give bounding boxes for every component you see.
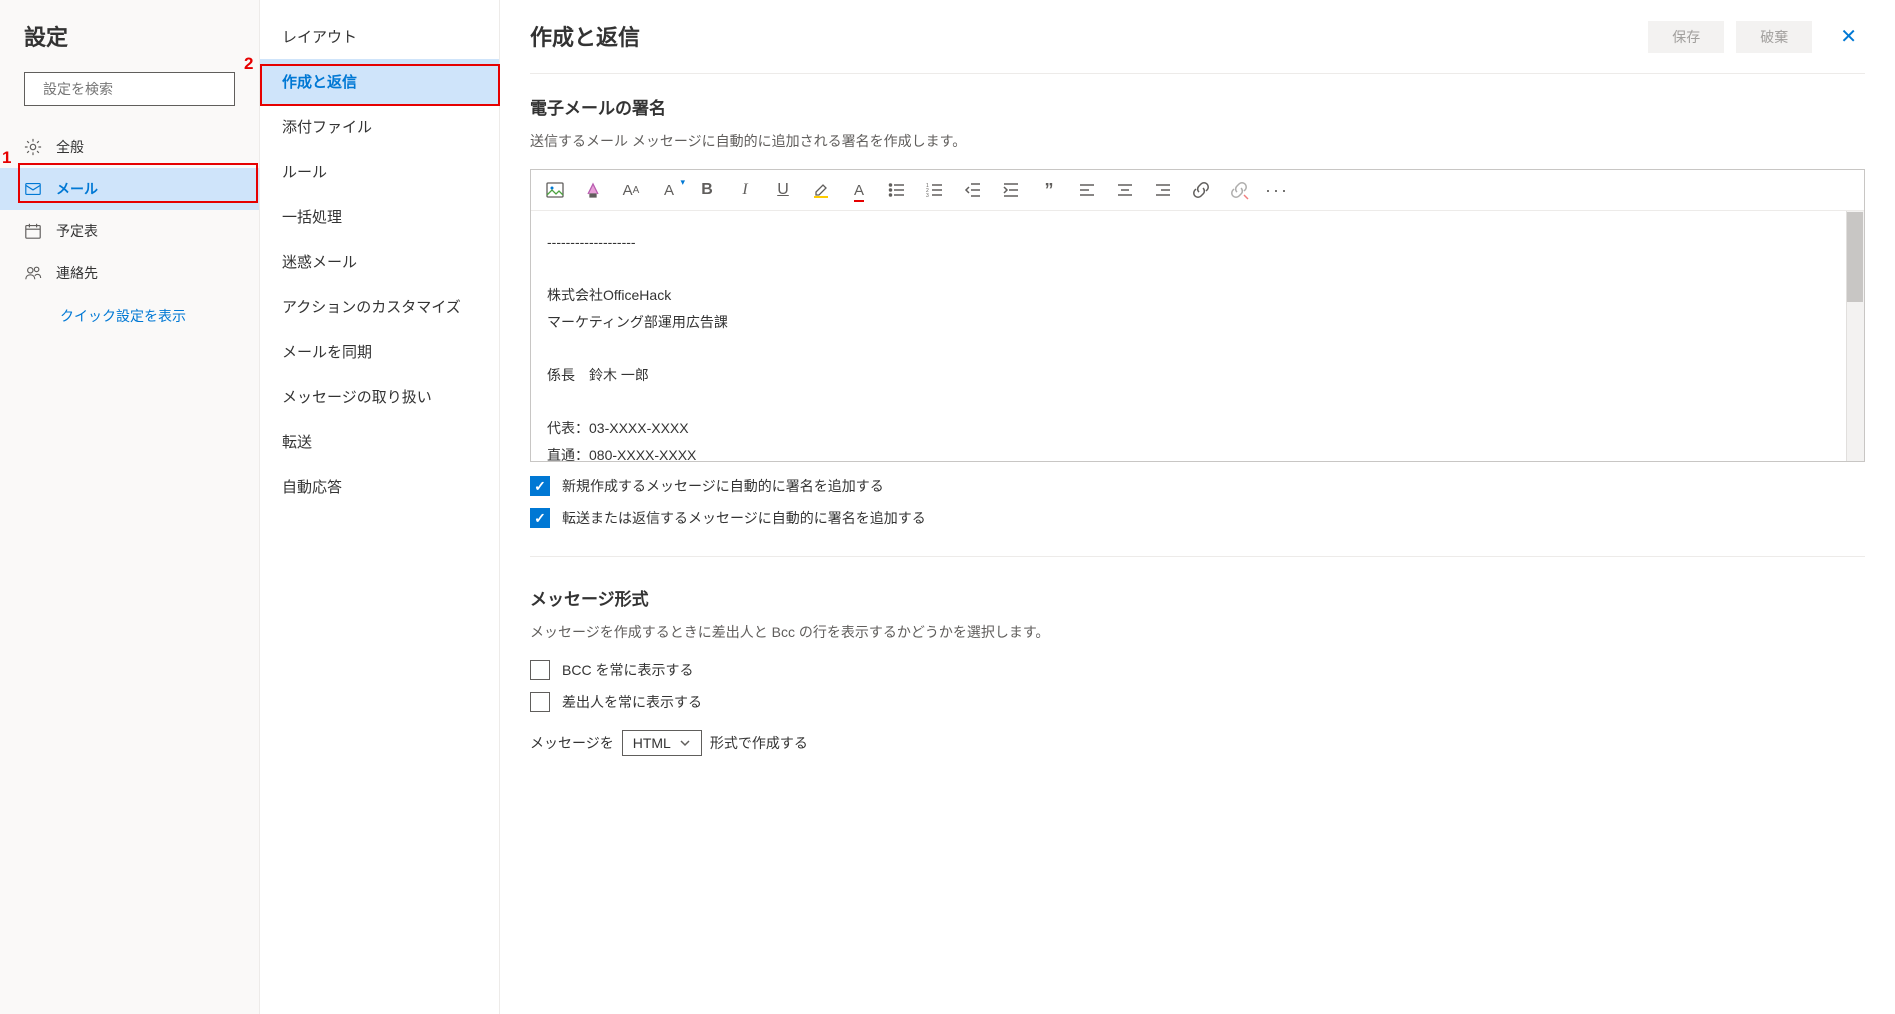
font-family-icon[interactable]: AA	[621, 180, 641, 200]
editor-toolbar: AA A▾ B I U A 123 ” ···	[531, 170, 1864, 211]
nav-contacts-label: 連絡先	[56, 263, 98, 283]
subnav-auto-reply[interactable]: 自動応答	[260, 464, 499, 509]
subnav-layout[interactable]: レイアウト	[260, 14, 499, 59]
nav-mail-label: メール	[56, 179, 98, 199]
signature-section-title: 電子メールの署名	[530, 94, 1865, 119]
nav-calendar-label: 予定表	[56, 221, 98, 241]
link-icon[interactable]	[1191, 180, 1211, 200]
underline-icon[interactable]: U	[773, 180, 793, 200]
nav-general[interactable]: 全般	[0, 126, 259, 168]
highlight-icon[interactable]	[811, 180, 831, 200]
settings-search-input[interactable]	[43, 81, 224, 97]
checkbox-show-bcc-label: BCC を常に表示する	[562, 660, 693, 680]
bold-icon[interactable]: B	[697, 180, 717, 200]
subnav-rules[interactable]: ルール	[260, 149, 499, 194]
more-icon[interactable]: ···	[1267, 180, 1287, 200]
settings-search[interactable]	[24, 72, 235, 106]
checkbox-show-from-label: 差出人を常に表示する	[562, 692, 702, 712]
format-section-title: メッセージ形式	[530, 585, 1865, 610]
svg-text:3: 3	[926, 193, 929, 199]
number-list-icon[interactable]: 123	[925, 180, 945, 200]
subnav-sweep[interactable]: 一括処理	[260, 194, 499, 239]
checkbox-show-bcc[interactable]	[530, 660, 550, 680]
message-format-value: HTML	[633, 735, 671, 751]
editor-scrollbar[interactable]	[1846, 211, 1864, 461]
align-left-icon[interactable]	[1077, 180, 1097, 200]
format-suffix: 形式で作成する	[710, 733, 808, 753]
quote-icon[interactable]: ”	[1039, 180, 1059, 200]
calendar-icon	[24, 222, 42, 240]
subnav-message-handling[interactable]: メッセージの取り扱い	[260, 374, 499, 419]
chevron-down-icon	[679, 737, 691, 749]
gear-icon	[24, 138, 42, 156]
discard-button[interactable]: 破棄	[1736, 21, 1812, 53]
nav-general-label: 全般	[56, 137, 84, 157]
settings-title: 設定	[24, 20, 259, 52]
annotation-2: 2	[244, 54, 253, 74]
signature-section-desc: 送信するメール メッセージに自動的に追加される署名を作成します。	[530, 131, 1865, 151]
font-size-icon[interactable]: A▾	[659, 180, 679, 200]
align-center-icon[interactable]	[1115, 180, 1135, 200]
font-color-icon[interactable]: A	[849, 180, 869, 200]
people-icon	[24, 264, 42, 282]
close-icon[interactable]: ✕	[1832, 20, 1865, 53]
format-painter-icon[interactable]	[583, 180, 603, 200]
subnav-forwarding[interactable]: 転送	[260, 419, 499, 464]
subnav-compose-reply[interactable]: 作成と返信	[260, 59, 499, 104]
settings-sidebar: 設定 全般 メール 予定表 連絡先 クイック設定を表示	[0, 0, 260, 1014]
subnav-sync-mail[interactable]: メールを同期	[260, 329, 499, 374]
checkbox-show-from[interactable]	[530, 692, 550, 712]
annotation-1: 1	[2, 148, 11, 168]
settings-subnav: レイアウト 作成と返信 添付ファイル ルール 一括処理 迷惑メール アクションの…	[260, 0, 500, 1014]
checkbox-auto-sign-new-label: 新規作成するメッセージに自動的に署名を追加する	[562, 476, 884, 496]
insert-image-icon[interactable]	[545, 180, 565, 200]
message-format-select[interactable]: HTML	[622, 730, 702, 756]
nav-calendar[interactable]: 予定表	[0, 210, 259, 252]
mail-icon	[24, 180, 42, 198]
checkbox-auto-sign-new[interactable]	[530, 476, 550, 496]
main-panel: 作成と返信 保存 破棄 ✕ 電子メールの署名 送信するメール メッセージに自動的…	[500, 0, 1895, 1014]
signature-textarea[interactable]: ------------------- 株式会社OfficeHackマーケティン…	[531, 211, 1864, 461]
quick-settings-link[interactable]: クイック設定を表示	[60, 306, 259, 326]
italic-icon[interactable]: I	[735, 180, 755, 200]
format-prefix: メッセージを	[530, 733, 614, 753]
nav-mail[interactable]: メール	[0, 168, 259, 210]
section-divider	[530, 556, 1865, 557]
editor-scrollbar-thumb[interactable]	[1847, 212, 1863, 302]
subnav-junk[interactable]: 迷惑メール	[260, 239, 499, 284]
page-title: 作成と返信	[530, 20, 640, 52]
indent-icon[interactable]	[1001, 180, 1021, 200]
unlink-icon[interactable]	[1229, 180, 1249, 200]
save-button[interactable]: 保存	[1648, 21, 1724, 53]
checkbox-auto-sign-reply-label: 転送または返信するメッセージに自動的に署名を追加する	[562, 508, 926, 528]
subnav-attachments[interactable]: 添付ファイル	[260, 104, 499, 149]
align-right-icon[interactable]	[1153, 180, 1173, 200]
subnav-customize-actions[interactable]: アクションのカスタマイズ	[260, 284, 499, 329]
bullet-list-icon[interactable]	[887, 180, 907, 200]
signature-editor: AA A▾ B I U A 123 ” ··· ---------	[530, 169, 1865, 462]
outdent-icon[interactable]	[963, 180, 983, 200]
format-section-desc: メッセージを作成するときに差出人と Bcc の行を表示するかどうかを選択します。	[530, 622, 1865, 642]
checkbox-auto-sign-reply[interactable]	[530, 508, 550, 528]
nav-contacts[interactable]: 連絡先	[0, 252, 259, 294]
